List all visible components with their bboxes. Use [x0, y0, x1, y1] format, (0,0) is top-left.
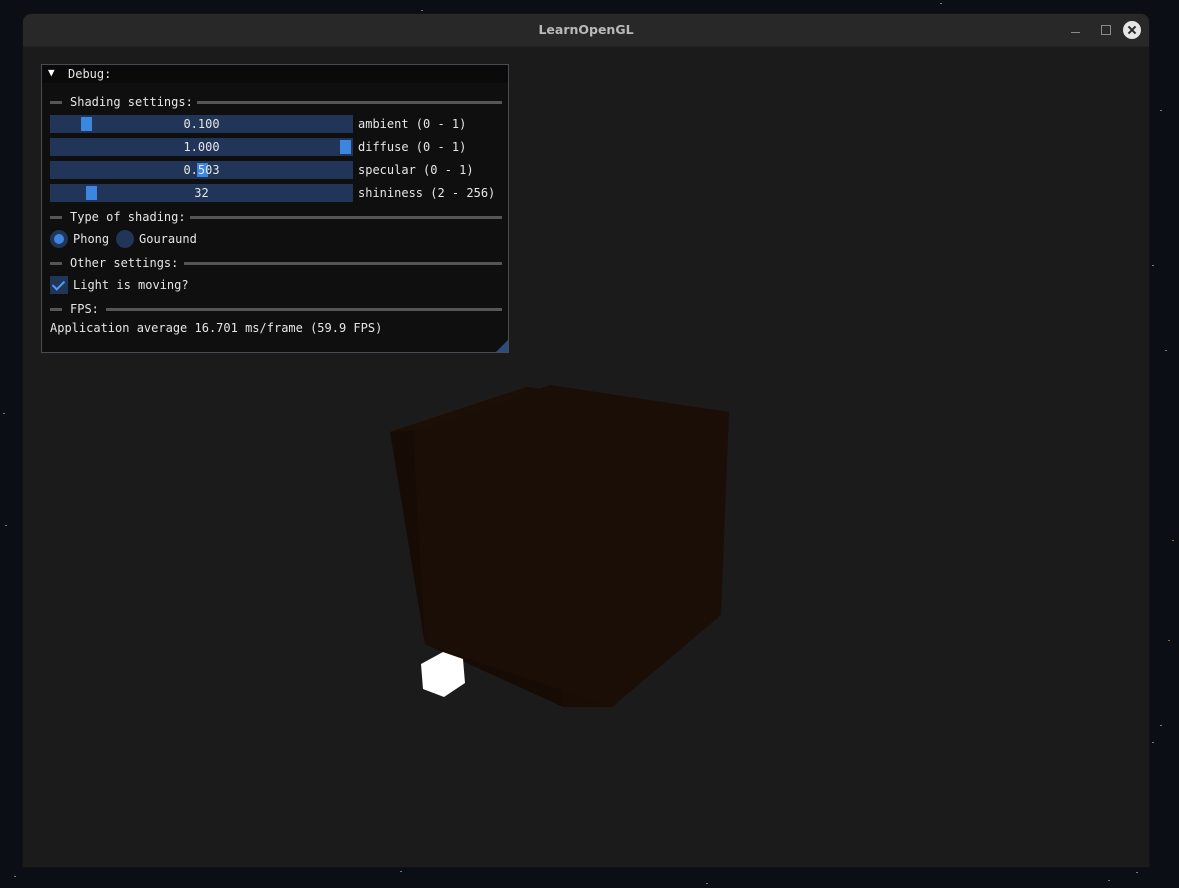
specular-label: specular (0 - 1) [358, 163, 474, 177]
diffuse-label: diffuse (0 - 1) [358, 140, 467, 154]
radio-phong[interactable] [50, 230, 68, 248]
collapse-arrow-icon[interactable]: ▼ [48, 66, 55, 79]
section-label: FPS: [70, 302, 99, 316]
section-shading-settings: Shading settings: [50, 95, 502, 109]
resize-grip-icon[interactable] [496, 340, 508, 352]
debug-panel[interactable]: ▼ Debug: Shading settings: 0.100 ambient… [41, 64, 509, 353]
ambient-slider[interactable]: 0.100 [50, 115, 353, 133]
section-label: Shading settings: [70, 95, 193, 109]
diffuse-slider[interactable]: 1.000 [50, 138, 353, 156]
app-window[interactable]: LearnOpenGL ▼ Debug: Shading settings: 0… [23, 14, 1149, 867]
window-title: LearnOpenGL [538, 22, 634, 37]
fps-readout: Application average 16.701 ms/frame (59.… [50, 321, 383, 335]
maximize-icon[interactable] [1098, 22, 1114, 38]
checkmark-icon[interactable] [50, 276, 68, 294]
radio-gouraund-label[interactable]: Gouraund [139, 232, 197, 246]
panel-header[interactable]: ▼ Debug: [42, 65, 508, 83]
radio-gouraund[interactable] [116, 230, 134, 248]
light-cube [421, 652, 465, 697]
section-fps: FPS: [50, 302, 502, 316]
shininess-slider[interactable]: 32 [50, 184, 353, 202]
ambient-label: ambient (0 - 1) [358, 117, 467, 131]
slider-value: 0.503 [183, 163, 220, 177]
title-bar[interactable]: LearnOpenGL [23, 14, 1149, 47]
panel-title: Debug: [68, 67, 112, 81]
section-other-settings: Other settings: [50, 256, 502, 270]
close-icon[interactable] [1123, 21, 1141, 39]
section-label: Type of shading: [70, 210, 186, 224]
slider-value: 0.100 [183, 117, 220, 131]
section-type-of-shading: Type of shading: [50, 210, 502, 224]
slider-value: 32 [194, 186, 209, 200]
specular-slider[interactable]: 0.503 [50, 161, 353, 179]
minimize-icon[interactable] [1068, 22, 1084, 38]
section-label: Other settings: [70, 256, 179, 270]
shininess-label: shininess (2 - 256) [358, 186, 496, 200]
light-moving-label[interactable]: Light is moving? [73, 278, 189, 292]
radio-phong-label[interactable]: Phong [73, 232, 109, 246]
slider-value: 1.000 [183, 140, 220, 154]
